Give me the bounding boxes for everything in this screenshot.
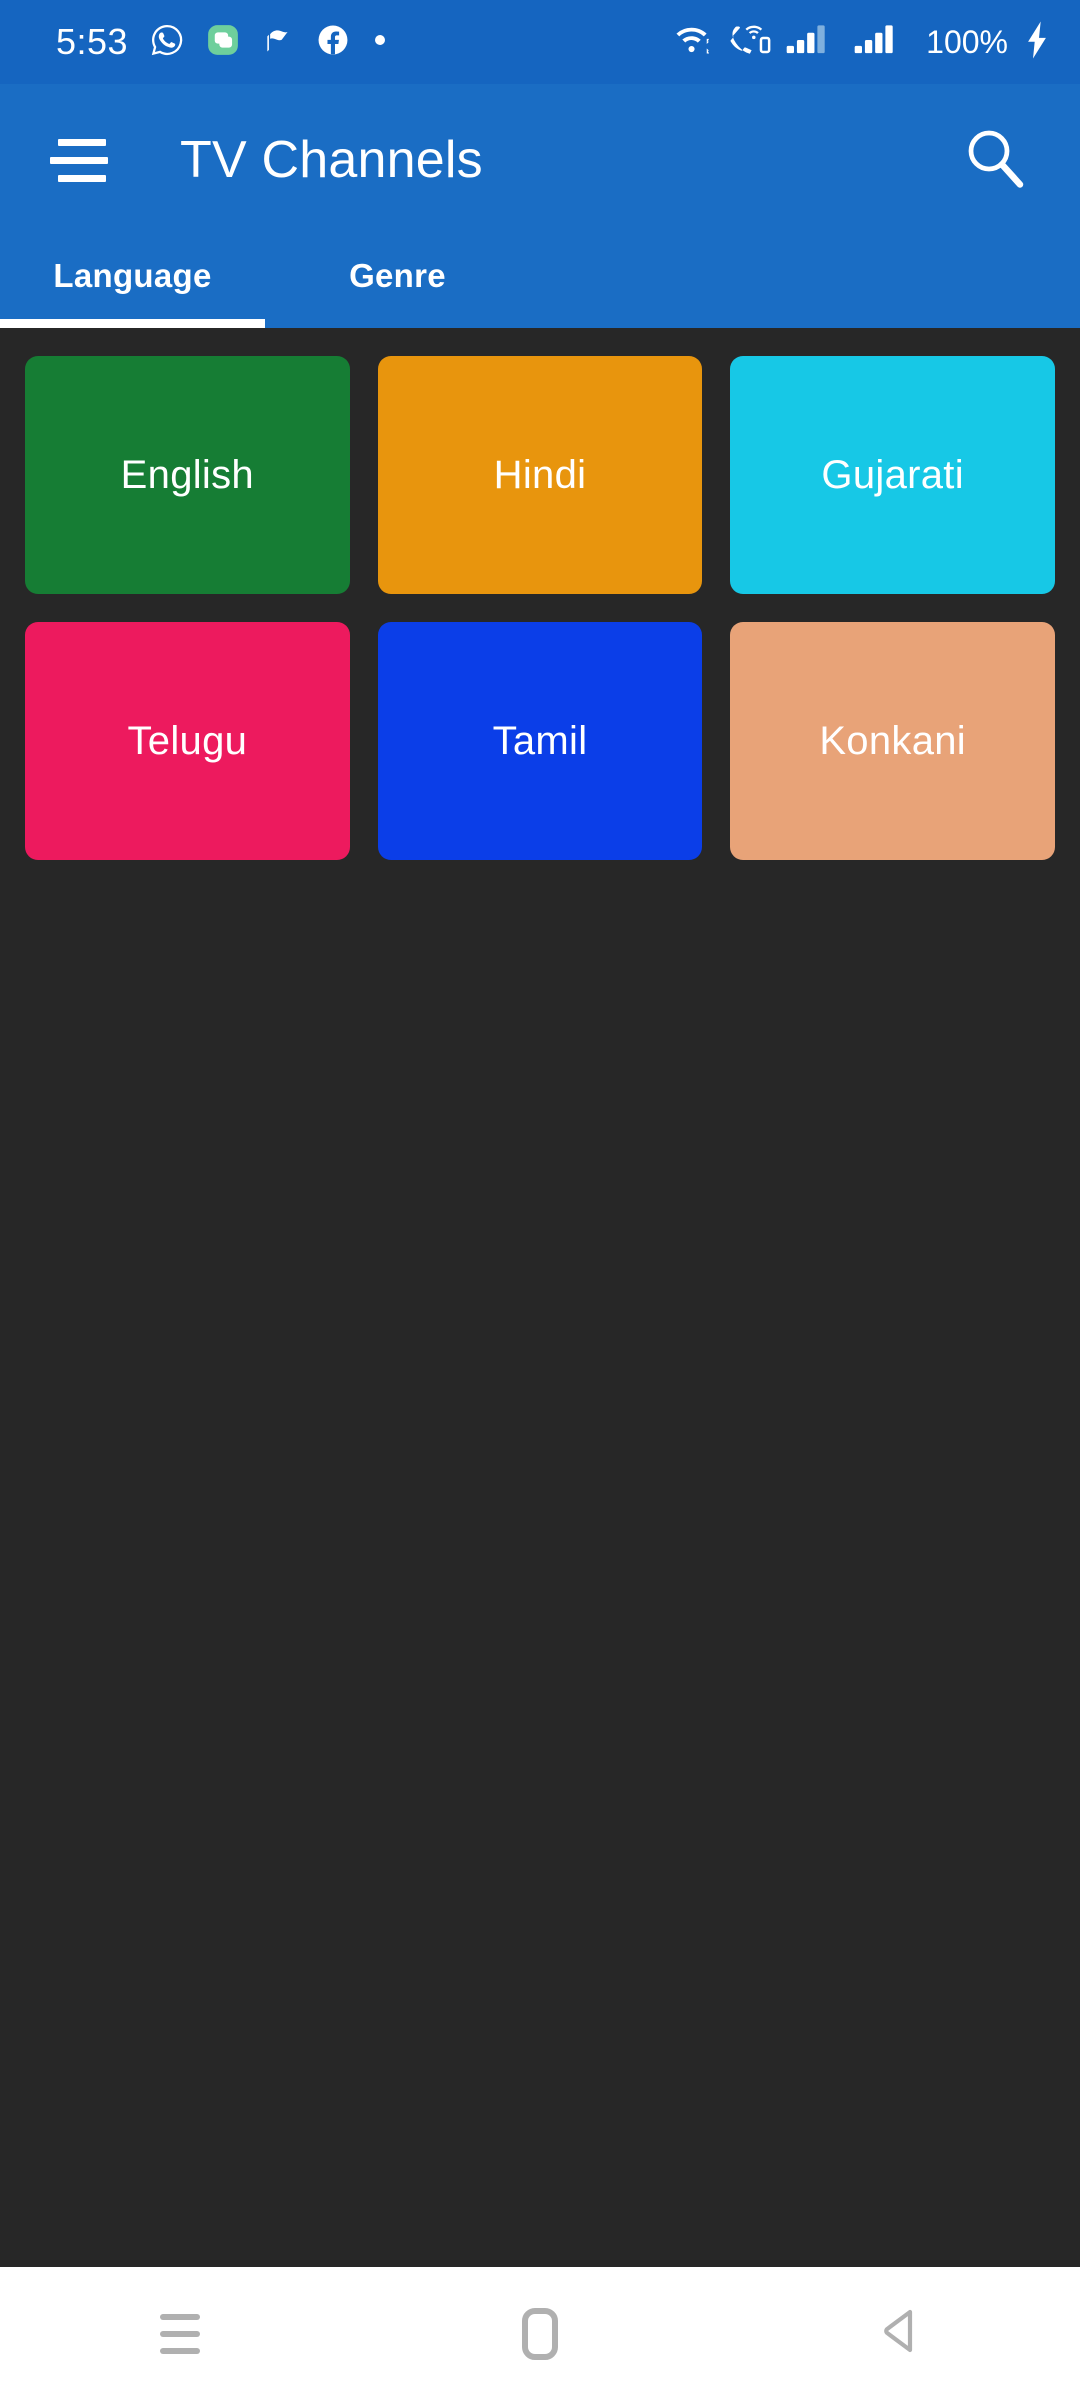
language-tile-english[interactable]: English bbox=[25, 356, 350, 594]
tab-genre-label: Genre bbox=[349, 257, 446, 294]
hamburger-line-1 bbox=[58, 138, 106, 146]
recents-line-3 bbox=[160, 2347, 200, 2354]
phone-screen: 5:53 100% TV Channels Language Genre Eng… bbox=[0, 0, 1080, 2400]
status-bar-right: 100% bbox=[672, 20, 1052, 65]
signal-bars-sim2-icon bbox=[854, 21, 908, 64]
signal-bars-sim1-icon bbox=[786, 21, 840, 64]
tab-bar: Language Genre bbox=[0, 236, 1080, 328]
tab-language-label: Language bbox=[53, 257, 212, 294]
recents-line-1 bbox=[160, 2313, 200, 2320]
messages-icon bbox=[206, 23, 240, 62]
hamburger-menu-icon[interactable] bbox=[44, 125, 114, 195]
app-bar: TV Channels Language Genre bbox=[0, 84, 1080, 328]
tab-active-indicator bbox=[0, 319, 265, 328]
system-navigation-bar bbox=[0, 2267, 1080, 2400]
hamburger-line-3 bbox=[58, 174, 106, 182]
language-tile-label: Tamil bbox=[492, 718, 588, 763]
app-bar-top-row: TV Channels bbox=[0, 84, 1080, 236]
volte-call-icon bbox=[728, 21, 772, 64]
language-tile-telugu[interactable]: Telugu bbox=[25, 622, 350, 860]
home-button[interactable] bbox=[465, 2284, 615, 2384]
language-tile-konkani[interactable]: Konkani bbox=[730, 622, 1055, 860]
status-clock: 5:53 bbox=[56, 21, 129, 62]
language-tile-label: Gujarati bbox=[821, 452, 964, 497]
hamburger-line-2 bbox=[50, 156, 108, 164]
tab-genre[interactable]: Genre bbox=[265, 236, 530, 316]
recents-icon bbox=[160, 2313, 200, 2354]
language-tile-label: Hindi bbox=[493, 452, 587, 497]
charging-bolt-icon bbox=[1022, 20, 1052, 65]
facebook-icon bbox=[316, 23, 350, 62]
wifi-icon bbox=[672, 21, 714, 64]
language-tile-label: English bbox=[120, 452, 254, 497]
search-icon bbox=[960, 123, 1030, 198]
dot-icon bbox=[372, 32, 388, 53]
language-tile-label: Konkani bbox=[819, 718, 966, 763]
back-button[interactable] bbox=[825, 2284, 975, 2384]
status-bar: 5:53 100% bbox=[0, 0, 1080, 84]
status-bar-left: 5:53 bbox=[56, 23, 388, 62]
page-title: TV Channels bbox=[180, 131, 483, 189]
tab-language[interactable]: Language bbox=[0, 236, 265, 316]
language-tile-tamil[interactable]: Tamil bbox=[377, 622, 703, 860]
language-tile-hindi[interactable]: Hindi bbox=[377, 356, 703, 594]
language-grid: English Hindi Gujarati Telugu Tamil Konk… bbox=[25, 356, 1055, 860]
recents-line-2 bbox=[160, 2330, 200, 2337]
search-button[interactable] bbox=[956, 121, 1034, 199]
battery-percentage: 100% bbox=[926, 24, 1008, 60]
language-tile-gujarati[interactable]: Gujarati bbox=[730, 356, 1055, 594]
language-grid-container: English Hindi Gujarati Telugu Tamil Konk… bbox=[0, 328, 1080, 2267]
back-icon bbox=[872, 2303, 928, 2364]
flag-icon bbox=[262, 24, 294, 61]
whatsapp-icon bbox=[150, 23, 184, 62]
home-icon bbox=[522, 2307, 558, 2360]
recents-button[interactable] bbox=[105, 2284, 255, 2384]
language-tile-label: Telugu bbox=[127, 718, 248, 763]
